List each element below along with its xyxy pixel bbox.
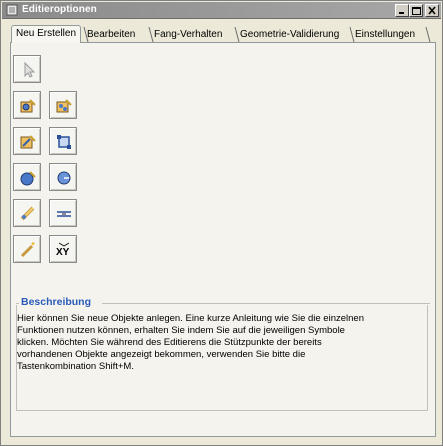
tab-separator <box>148 27 154 42</box>
description-text: Hier können Sie neue Objekte anlegen. Ei… <box>17 313 423 373</box>
description-line: vorhandenen Objekte angezeigt bekommen, … <box>17 349 306 360</box>
wand-button[interactable] <box>13 235 41 263</box>
tab-fang-verhalten[interactable]: Fang-Verhalten <box>150 27 226 43</box>
new-polygon-button[interactable] <box>13 163 41 191</box>
parallel-line-icon <box>57 211 71 217</box>
window-title: Editieroptionen <box>22 4 97 15</box>
close-button[interactable] <box>425 4 439 17</box>
close-icon <box>428 6 436 15</box>
new-point-object-icon <box>20 99 36 113</box>
tab-separator <box>234 27 240 42</box>
svg-text:XY: XY <box>56 247 70 258</box>
rectangle-button[interactable] <box>49 127 77 155</box>
tab-neu-erstellen[interactable]: Neu Erstellen <box>11 25 82 43</box>
edit-line-button[interactable] <box>13 199 41 227</box>
rectangle-icon <box>57 135 71 149</box>
new-point-object-alt-icon <box>56 99 72 113</box>
select-pointer-icon <box>24 61 36 78</box>
new-point-alt-button[interactable] <box>49 91 77 119</box>
app-icon <box>6 4 18 16</box>
tab-separator <box>349 27 355 42</box>
minimize-icon <box>399 12 404 14</box>
description-line: Hier können Sie neue Objekte anlegen. Ei… <box>17 313 364 324</box>
parallel-line-button[interactable] <box>49 199 77 227</box>
xy-coordinates-button[interactable]: XY <box>49 235 77 263</box>
tab-strip: Neu Erstellen Bearbeiten Fang-Verhalten … <box>11 25 436 43</box>
tab-geometrie-validierung[interactable]: Geometrie-Validierung <box>236 27 343 43</box>
new-line-button[interactable] <box>13 127 41 155</box>
circle-button[interactable] <box>49 163 77 191</box>
new-line-object-icon <box>20 135 36 149</box>
xy-coordinates-icon: XY <box>56 242 70 258</box>
description-legend: Beschreibung <box>21 296 92 308</box>
title-bar[interactable]: Editieroptionen <box>2 2 441 19</box>
tab-separator <box>83 27 89 42</box>
neu-erstellen-panel: XY Beschreibung Hier können Sie neue Obj… <box>10 42 436 437</box>
description-line: klicken. Möchten Sie während des Editier… <box>17 337 322 348</box>
new-polygon-object-icon <box>20 171 36 186</box>
select-tool-button[interactable] <box>13 55 41 83</box>
description-line: Tastenkombination Shift+M. <box>17 361 134 372</box>
tab-bearbeiten[interactable]: Bearbeiten <box>83 27 139 43</box>
maximize-button[interactable] <box>409 4 423 17</box>
description-border <box>102 303 430 304</box>
circle-icon <box>57 171 71 185</box>
tab-separator <box>425 27 431 42</box>
editieroptionen-window: Editieroptionen Neu Erstellen Bearbeiten… <box>0 0 443 446</box>
maximize-icon <box>412 7 421 15</box>
tab-einstellungen[interactable]: Einstellungen <box>351 27 419 43</box>
minimize-button[interactable] <box>395 4 409 17</box>
description-line: Funktionen nutzen können, erhalten Sie i… <box>17 325 345 336</box>
description-group: Beschreibung Hier können Sie neue Objekt… <box>16 296 430 411</box>
description-border <box>16 303 19 304</box>
edit-line-icon <box>20 206 35 221</box>
new-point-button[interactable] <box>13 91 41 119</box>
wand-icon <box>20 242 35 258</box>
